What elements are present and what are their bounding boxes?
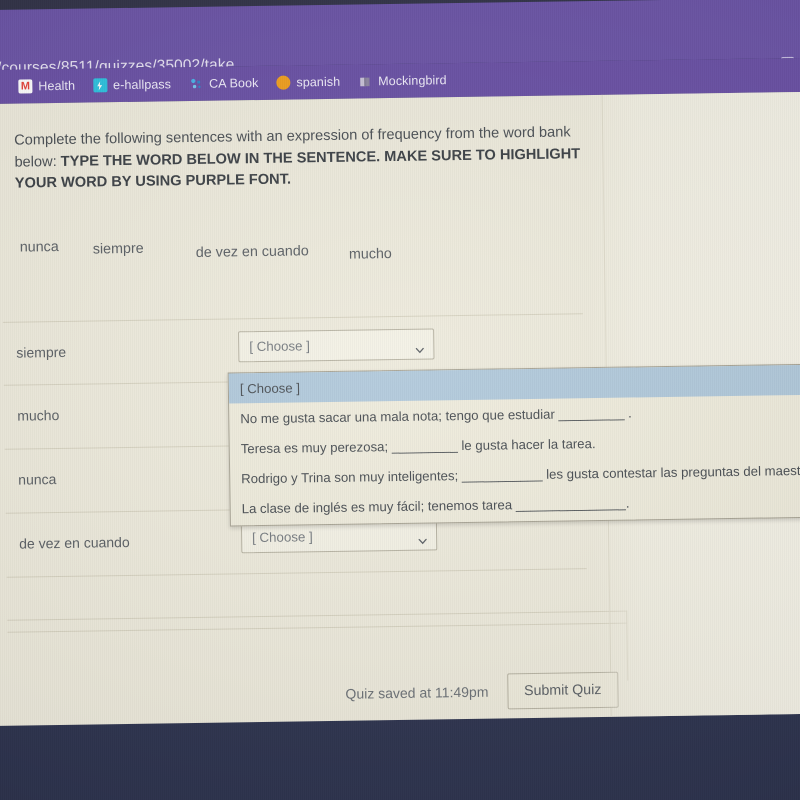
quiz-page: Complete the following sentences with an… <box>0 91 800 726</box>
chevron-down-icon <box>415 341 424 354</box>
orange-dot-icon <box>276 75 291 90</box>
row-label-nunca: nunca <box>18 471 57 488</box>
bookmark-label-mockingbird: Mockingbird <box>378 73 447 89</box>
bookmark-item-mockingbird[interactable]: Mockingbird <box>349 66 456 96</box>
answer-select-4-value: [ Choose ] <box>251 529 313 546</box>
chevron-down-icon <box>418 532 427 545</box>
monitor-photo-tilt: /courses/8511/quizzes/35002/take M Healt… <box>0 0 800 754</box>
answer-select-1[interactable]: [ Choose ] <box>238 328 435 363</box>
row-label-mucho: mucho <box>17 406 60 424</box>
e-hallpass-icon <box>92 78 108 93</box>
answer-select-1-value: [ Choose ] <box>249 338 310 355</box>
ca-book-icon <box>189 77 203 91</box>
bookmark-item-ca-book[interactable]: CA Book <box>180 69 268 98</box>
word-bank-item-nunca: nunca <box>19 238 59 256</box>
bookmark-label-e-hallpass: e-hallpass <box>112 77 172 93</box>
bookmark-label-health: Health <box>38 78 76 94</box>
bookmark-label-ca-book: CA Book <box>208 75 259 91</box>
bookmark-label-spanish: spanish <box>296 74 341 90</box>
screenshot-root: /courses/8511/quizzes/35002/take M Healt… <box>0 0 800 800</box>
bookmark-item-partial[interactable] <box>0 73 10 101</box>
submit-quiz-button[interactable]: Submit Quiz <box>506 671 619 710</box>
book-icon <box>358 74 372 88</box>
quiz-saved-status: Quiz saved at 11:49pm <box>345 683 489 702</box>
question-prompt: Complete the following sentences with an… <box>14 122 581 195</box>
row-label-siempre: siempre <box>16 343 67 361</box>
word-bank-item-de-vez-en-cuando: de vez en cuando <box>195 243 309 261</box>
word-bank-item-mucho: mucho <box>348 246 392 263</box>
bookmark-item-health[interactable]: M Health <box>9 72 84 101</box>
word-bank-item-siempre: siempre <box>92 240 144 258</box>
row-label-de-vez-en-cuando: de vez en cuando <box>19 533 130 552</box>
gmail-m-icon: M <box>18 79 33 94</box>
bookmark-item-spanish[interactable]: spanish <box>267 68 349 97</box>
bookmark-item-e-hallpass[interactable]: e-hallpass <box>84 70 180 99</box>
quiz-footer: Quiz saved at 11:49pm Submit Quiz <box>7 622 629 710</box>
word-bank: nunca siempre de vez en cuando mucho <box>16 231 576 275</box>
question-prompt-bold: TYPE THE WORD BELOW IN THE SENTENCE. MAK… <box>14 145 581 192</box>
answer-select-1-options[interactable]: [ Choose ] No me gusta sacar una mala no… <box>227 363 800 527</box>
